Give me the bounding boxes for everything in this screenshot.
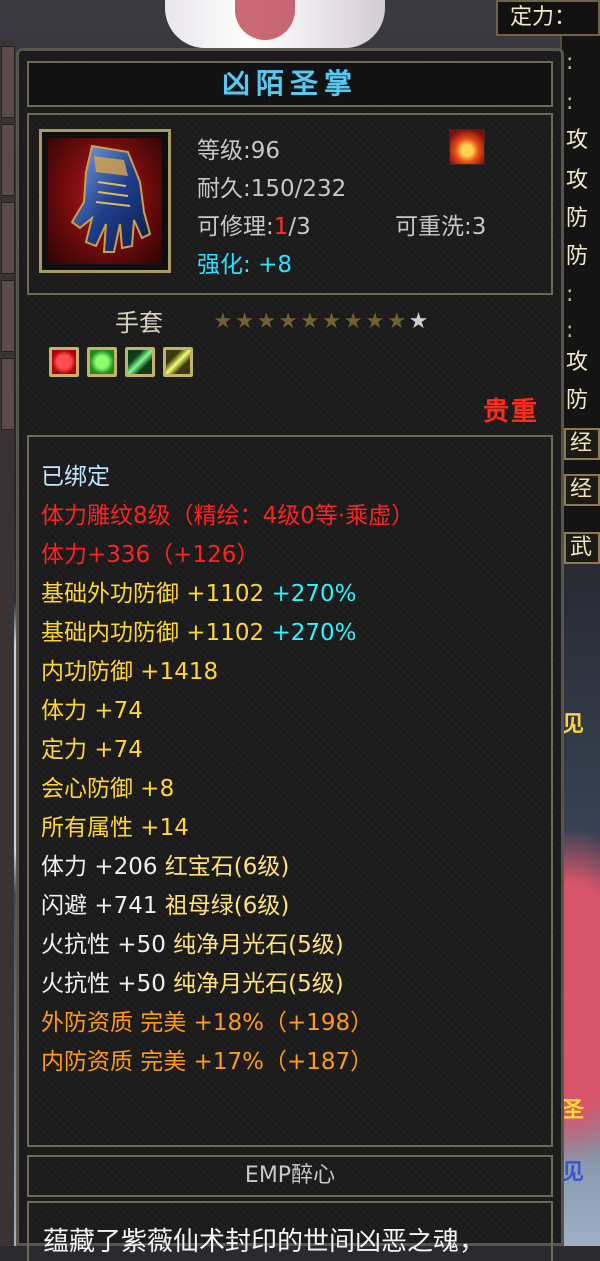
item-type: 手套 [115,309,163,337]
attribute-segment: 外防资质 完美 +18%（+198） [41,1010,374,1036]
panel-label: : [566,318,574,343]
left-slot[interactable] [1,202,15,274]
star-filled-icon: ★ [343,309,366,334]
panel-label: 攻 [566,168,589,193]
gauntlet-icon[interactable] [39,129,171,273]
emerald-gem-icon[interactable] [87,347,117,377]
panel-label: 防 [566,244,589,269]
left-slot[interactable] [1,358,15,430]
star-filled-icon: ★ [213,309,235,334]
panel-exp-button-2[interactable]: 经 [564,474,600,506]
attribute-list: 已绑定体力雕纹8级（精绘：4级0等·乘虚） 体力+336（+126） 基础外功防御 … [27,435,553,1147]
maker-signature: EMP醉心 [27,1155,553,1197]
attribute-line: 基础内功防御 +1102 +270% [41,613,356,647]
panel-label: : [566,50,574,75]
attribute-segment: +270% [271,620,357,646]
attribute-line: 内功防御 +1418 [41,652,218,686]
attribute-segment: 定力 +74 [41,737,143,763]
panel-exp-button[interactable]: 经 [564,428,600,460]
attribute-segment: 内功防御 +1418 [41,659,219,685]
attribute-line: 火抗性 +50 纯净月光石(5级) [41,964,344,998]
attribute-segment: 内防资质 完美 +17%（+187） [41,1049,374,1075]
attribute-segment: 纯净月光石(5级) [173,932,344,958]
star-filled-icon: ★ [386,309,409,334]
attribute-line: 体力 +206 红宝石(6级) [41,847,289,881]
attribute-segment: 红宝石(6级) [164,854,290,880]
left-slot[interactable] [1,46,15,118]
panel-label: 攻 [566,350,589,375]
attribute-line: 体力雕纹8级（精绘：4级0等·乘虚） [41,496,414,530]
scene-label: 见 [562,712,585,737]
attribute-segment: 基础外功防御 +1102 [41,581,272,607]
attribute-line: 火抗性 +50 纯净月光石(5级) [41,925,344,959]
attribute-line: 定力 +74 [41,730,143,764]
ruby-gem-icon[interactable] [49,347,79,377]
attribute-line: 会心防御 +8 [41,769,174,803]
rewash-count: 可重洗:3 [395,214,487,240]
attribute-line: 基础外功防御 +1102 +270% [41,574,356,608]
item-level: 等级:96 [197,138,281,164]
attribute-segment: 火抗性 +50 [41,971,174,997]
attribute-segment: 已绑定 [41,464,110,490]
attribute-segment: 纯净月光石(5级) [173,971,344,997]
item-name: 凶陌圣掌 [221,67,358,100]
star-empty-icon: ★ [408,309,431,334]
attribute-segment: 体力雕纹8级（精绘：4级0等·乘虚） [41,503,415,529]
socket-gems [49,347,201,381]
panel-martial-button[interactable]: 武 [564,532,600,564]
left-slot[interactable] [1,124,15,196]
attribute-line: 所有属性 +14 [41,808,189,842]
attribute-segment: 会心防御 +8 [41,776,175,802]
left-slot[interactable] [1,280,15,352]
panel-label: : [566,90,574,115]
attribute-segment: 体力 +206 [41,854,165,880]
star-rating: ★★★★★★★★★★ [213,309,430,334]
attribute-segment: 闪避 +741 [41,893,165,919]
star-filled-icon: ★ [234,309,257,334]
moonstone-gem-icon-2[interactable] [163,347,193,377]
item-title-bar: 凶陌圣掌 [27,61,553,107]
attribute-line: 闪避 +741 祖母绿(6级) [41,886,289,920]
star-filled-icon: ★ [278,309,300,334]
panel-label: 防 [566,206,589,231]
character-figure [165,0,385,48]
rarity-label: 贵重 [482,397,539,427]
scene-label: 见 [562,1160,585,1185]
star-filled-icon: ★ [299,309,322,334]
fire-element-icon [449,129,485,165]
enhance-level: 强化: +8 [197,252,292,278]
item-description: 蕴藏了紫薇仙术封印的世间凶恶之魂， [43,1227,486,1257]
attribute-line: 外防资质 完美 +18%（+198） [41,1003,373,1037]
panel-label: : [566,282,574,307]
attribute-segment: 体力+336（+126） [41,542,260,568]
star-filled-icon: ★ [321,309,344,334]
left-skill-strip [0,40,15,1246]
description-box: 蕴藏了紫薇仙术封印的世间凶恶之魂， [27,1201,553,1261]
attribute-segment: 所有属性 +14 [41,815,189,841]
attribute-segment: 祖母绿(6级) [164,893,290,919]
attribute-line: 已绑定 [41,457,110,491]
item-tooltip: 凶陌圣掌 等级:96 耐久:150/232 可修理:1/3 可重洗:3 强化: … [16,48,564,1261]
star-filled-icon: ★ [256,309,279,334]
repair-count: 可修理:1/3 [197,214,311,240]
scene-label: 圣 [562,1098,585,1123]
item-info-box: 等级:96 耐久:150/232 可修理:1/3 可重洗:3 强化: +8 [27,113,553,295]
attribute-line: 体力+336（+126） [41,535,259,569]
moonstone-gem-icon[interactable] [125,347,155,377]
panel-label: 攻 [566,128,589,153]
panel-label: 防 [566,388,589,413]
attribute-line: 内防资质 完美 +17%（+187） [41,1042,373,1076]
item-durability: 耐久:150/232 [197,176,347,202]
attribute-line: 体力 +74 [41,691,143,725]
attribute-segment: +270% [271,581,357,607]
attribute-segment: 火抗性 +50 [41,932,174,958]
attribute-panel-header: 定力： [496,0,600,36]
star-filled-icon: ★ [365,309,387,334]
attribute-segment: 基础内功防御 +1102 [41,620,272,646]
attribute-segment: 体力 +74 [41,698,143,724]
